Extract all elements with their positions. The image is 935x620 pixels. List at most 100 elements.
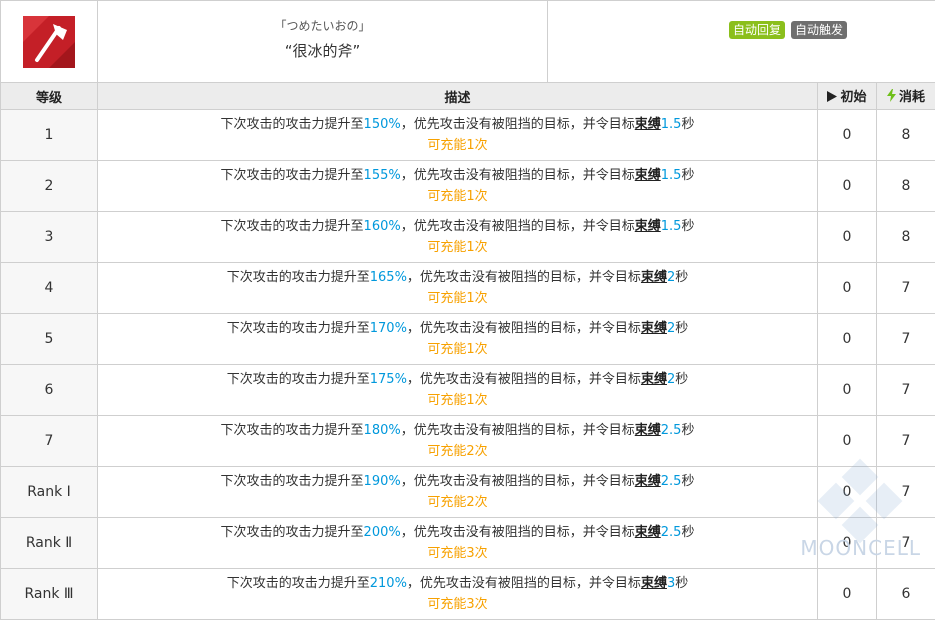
skill-cn-name: “很冰的斧”: [98, 40, 547, 61]
level-cell: 6: [1, 365, 98, 416]
bind-duration: 2.5: [661, 525, 682, 540]
level-rows: 1下次攻击的攻击力提升至150%，优先攻击没有被阻挡的目标，并令目标束缚1.5秒…: [1, 110, 935, 620]
description-cell: 下次攻击的攻击力提升至155%，优先攻击没有被阻挡的目标，并令目标束缚1.5秒可…: [98, 161, 818, 212]
initial-cell: 0: [818, 314, 877, 365]
bind-keyword[interactable]: 束缚: [635, 525, 661, 540]
table-row: 2下次攻击的攻击力提升至155%，优先攻击没有被阻挡的目标，并令目标束缚1.5秒…: [1, 161, 935, 212]
initial-cell: 0: [818, 110, 877, 161]
initial-cell: 0: [818, 161, 877, 212]
description-line: 下次攻击的攻击力提升至170%，优先攻击没有被阻挡的目标，并令目标束缚2秒: [98, 318, 817, 339]
atk-value: 180%: [364, 423, 401, 438]
atk-value: 165%: [370, 270, 407, 285]
charges-text: 可充能1次: [98, 288, 817, 309]
description-text: ，优先攻击没有被阻挡的目标，并令目标: [401, 117, 635, 132]
bind-keyword[interactable]: 束缚: [635, 219, 661, 234]
charges-text: 可充能1次: [98, 186, 817, 207]
axe-icon: [23, 16, 75, 68]
atk-value: 190%: [364, 474, 401, 489]
bind-keyword[interactable]: 束缚: [641, 372, 667, 387]
bind-keyword[interactable]: 束缚: [635, 117, 661, 132]
description-text: 下次攻击的攻击力提升至: [221, 117, 364, 132]
skill-header-row: 「つめたいおの」 “很冰的斧” 自动回复自动触发: [1, 1, 935, 83]
charges-text: 可充能2次: [98, 492, 817, 513]
description-line: 下次攻击的攻击力提升至210%，优先攻击没有被阻挡的目标，并令目标束缚3秒: [98, 573, 817, 594]
charges-text: 可充能1次: [98, 237, 817, 258]
cost-cell: 7: [877, 365, 935, 416]
atk-value: 160%: [364, 219, 401, 234]
cost-cell: 6: [877, 569, 935, 620]
skill-icon-cell: [1, 1, 98, 83]
bind-keyword[interactable]: 束缚: [635, 423, 661, 438]
skill-tags-cell: 自动回复自动触发: [548, 1, 935, 83]
description-text: 下次攻击的攻击力提升至: [221, 474, 364, 489]
charges-text: 可充能3次: [98, 594, 817, 615]
seconds-unit: 秒: [681, 219, 694, 234]
bind-keyword[interactable]: 束缚: [635, 168, 661, 183]
table-row: 3下次攻击的攻击力提升至160%，优先攻击没有被阻挡的目标，并令目标束缚1.5秒…: [1, 212, 935, 263]
charges-text: 可充能1次: [98, 339, 817, 360]
initial-cell: 0: [818, 365, 877, 416]
description-line: 下次攻击的攻击力提升至150%，优先攻击没有被阻挡的目标，并令目标束缚1.5秒: [98, 114, 817, 135]
seconds-unit: 秒: [681, 117, 694, 132]
level-cell: Rank Ⅲ: [1, 569, 98, 620]
description-cell: 下次攻击的攻击力提升至190%，优先攻击没有被阻挡的目标，并令目标束缚2.5秒可…: [98, 467, 818, 518]
lightning-icon: [887, 89, 896, 106]
table-row: 1下次攻击的攻击力提升至150%，优先攻击没有被阻挡的目标，并令目标束缚1.5秒…: [1, 110, 935, 161]
table-row: Rank Ⅲ下次攻击的攻击力提升至210%，优先攻击没有被阻挡的目标，并令目标束…: [1, 569, 935, 620]
description-line: 下次攻击的攻击力提升至175%，优先攻击没有被阻挡的目标，并令目标束缚2秒: [98, 369, 817, 390]
bind-keyword[interactable]: 束缚: [635, 474, 661, 489]
atk-value: 150%: [364, 117, 401, 132]
initial-cell: 0: [818, 416, 877, 467]
description-text: 下次攻击的攻击力提升至: [221, 168, 364, 183]
description-text: 下次攻击的攻击力提升至: [227, 576, 370, 591]
bind-duration: 3: [667, 576, 675, 591]
table-row: 5下次攻击的攻击力提升至170%，优先攻击没有被阻挡的目标，并令目标束缚2秒可充…: [1, 314, 935, 365]
bind-keyword[interactable]: 束缚: [641, 321, 667, 336]
description-text: 下次攻击的攻击力提升至: [221, 219, 364, 234]
description-line: 下次攻击的攻击力提升至155%，优先攻击没有被阻挡的目标，并令目标束缚1.5秒: [98, 165, 817, 186]
cost-cell: 7: [877, 518, 935, 569]
description-line: 下次攻击的攻击力提升至190%，优先攻击没有被阻挡的目标，并令目标束缚2.5秒: [98, 471, 817, 492]
description-text: ，优先攻击没有被阻挡的目标，并令目标: [401, 219, 635, 234]
description-text: 下次攻击的攻击力提升至: [227, 372, 370, 387]
bind-duration: 2.5: [661, 423, 682, 438]
description-text: ，优先攻击没有被阻挡的目标，并令目标: [407, 270, 641, 285]
cost-cell: 8: [877, 110, 935, 161]
description-line: 下次攻击的攻击力提升至180%，优先攻击没有被阻挡的目标，并令目标束缚2.5秒: [98, 420, 817, 441]
cost-cell: 7: [877, 467, 935, 518]
description-cell: 下次攻击的攻击力提升至175%，优先攻击没有被阻挡的目标，并令目标束缚2秒可充能…: [98, 365, 818, 416]
atk-value: 170%: [370, 321, 407, 336]
seconds-unit: 秒: [681, 474, 694, 489]
bind-duration: 2.5: [661, 474, 682, 489]
column-header-row: 等级 描述 初始 消耗: [1, 83, 935, 110]
level-cell: 1: [1, 110, 98, 161]
initial-cell: 0: [818, 467, 877, 518]
level-cell: 7: [1, 416, 98, 467]
cost-cell: 7: [877, 263, 935, 314]
skill-jp-name: 「つめたいおの」: [98, 17, 547, 34]
bind-keyword[interactable]: 束缚: [641, 270, 667, 285]
initial-cell: 0: [818, 569, 877, 620]
bind-keyword[interactable]: 束缚: [641, 576, 667, 591]
skill-table: 「つめたいおの」 “很冰的斧” 自动回复自动触发 等级 描述 初始 消耗 1下次…: [0, 0, 935, 620]
description-text: 下次攻击的攻击力提升至: [227, 270, 370, 285]
bind-duration: 1.5: [661, 168, 682, 183]
seconds-unit: 秒: [681, 168, 694, 183]
seconds-unit: 秒: [675, 372, 688, 387]
cost-cell: 7: [877, 314, 935, 365]
seconds-unit: 秒: [675, 576, 688, 591]
charges-text: 可充能2次: [98, 441, 817, 462]
table-row: 4下次攻击的攻击力提升至165%，优先攻击没有被阻挡的目标，并令目标束缚2秒可充…: [1, 263, 935, 314]
level-cell: 3: [1, 212, 98, 263]
tag-auto-recovery: 自动回复: [729, 21, 785, 39]
table-row: Rank Ⅱ下次攻击的攻击力提升至200%，优先攻击没有被阻挡的目标，并令目标束…: [1, 518, 935, 569]
column-header-initial: 初始: [818, 83, 877, 110]
atk-value: 200%: [364, 525, 401, 540]
tag-auto-trigger: 自动触发: [791, 21, 847, 39]
table-row: 7下次攻击的攻击力提升至180%，优先攻击没有被阻挡的目标，并令目标束缚2.5秒…: [1, 416, 935, 467]
column-header-description: 描述: [98, 83, 818, 110]
table-row: 6下次攻击的攻击力提升至175%，优先攻击没有被阻挡的目标，并令目标束缚2秒可充…: [1, 365, 935, 416]
description-text: ，优先攻击没有被阻挡的目标，并令目标: [407, 372, 641, 387]
bind-duration: 2: [667, 270, 675, 285]
description-line: 下次攻击的攻击力提升至160%，优先攻击没有被阻挡的目标，并令目标束缚1.5秒: [98, 216, 817, 237]
